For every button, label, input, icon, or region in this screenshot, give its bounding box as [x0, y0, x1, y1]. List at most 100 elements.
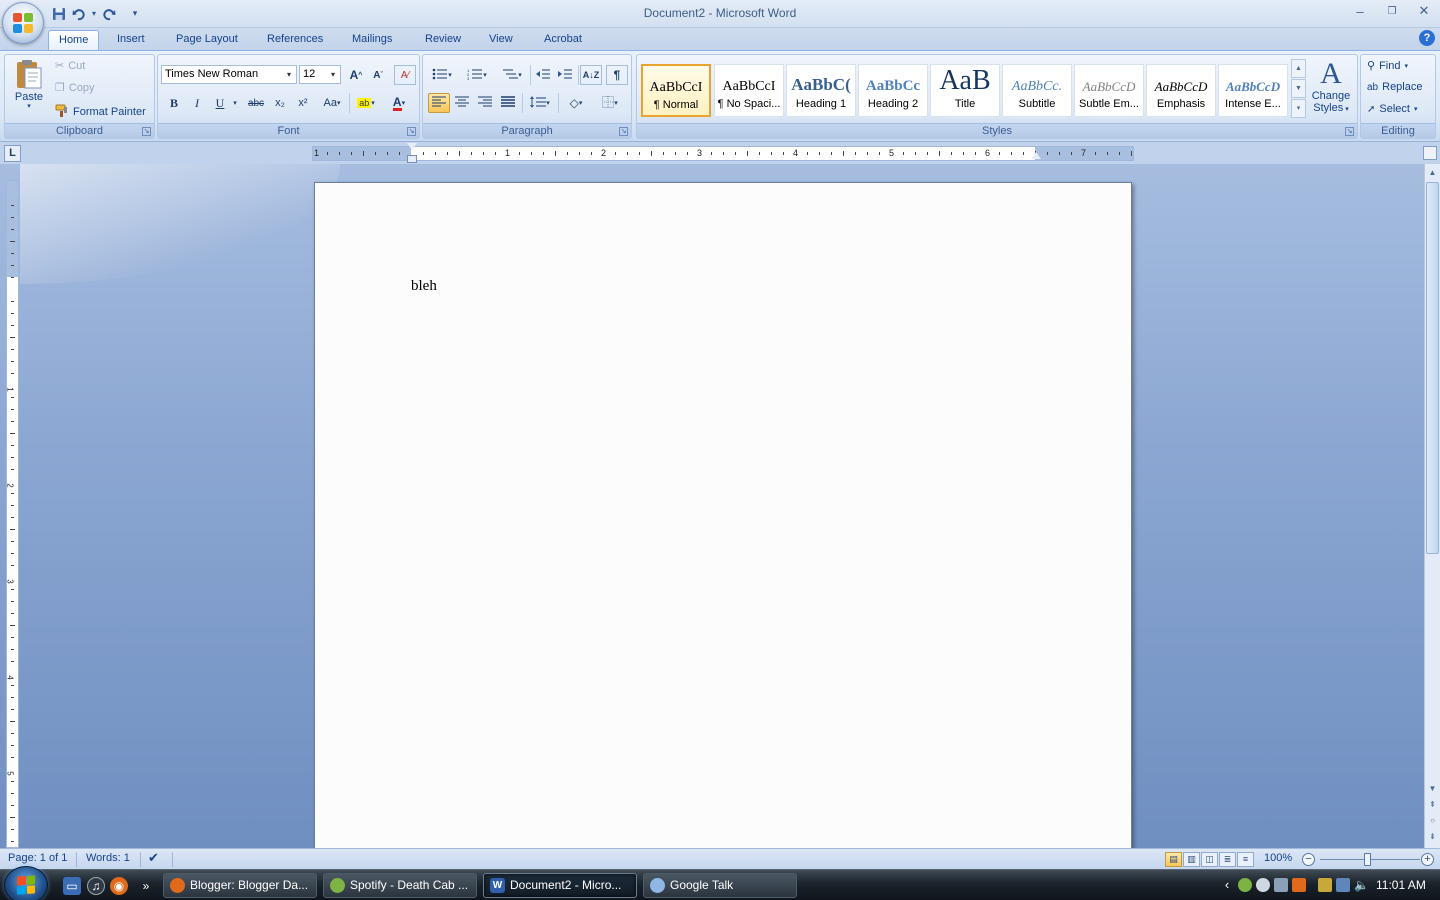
media-player-icon[interactable]: ♫ — [87, 877, 105, 895]
clipboard-dialog-launcher[interactable]: ↘ — [142, 127, 151, 136]
tab-home[interactable]: Home — [48, 30, 100, 50]
restore-button[interactable]: ❐ — [1376, 0, 1408, 22]
clear-formatting-button[interactable]: A⁄ — [394, 65, 416, 85]
right-indent-marker[interactable] — [1031, 152, 1041, 159]
style-subtle-emphasis[interactable]: AaBbCcD Subtle Em... — [1074, 64, 1144, 117]
numbering-button[interactable]: 123 ▾ — [462, 65, 492, 85]
google-talk-tray-icon[interactable] — [1256, 878, 1270, 892]
justify-button[interactable] — [497, 93, 519, 113]
start-button[interactable] — [4, 866, 48, 900]
clock[interactable]: 11:01 AM — [1376, 878, 1426, 892]
next-page-icon[interactable]: ⇟ — [1426, 830, 1439, 844]
align-center-button[interactable] — [451, 93, 473, 113]
strikethrough-button[interactable]: abc — [245, 93, 267, 113]
scrollbar-thumb[interactable] — [1426, 182, 1439, 554]
styles-scroll-down-icon[interactable]: ▼ — [1291, 79, 1306, 98]
font-dialog-launcher[interactable]: ↘ — [407, 127, 416, 136]
font-name-combo[interactable]: Times New Roman ▾ — [161, 65, 297, 84]
bold-button[interactable]: B — [163, 93, 185, 113]
cut-button[interactable]: ✂ Cut — [55, 59, 85, 73]
italic-button[interactable]: I — [186, 93, 208, 113]
underline-button[interactable]: U — [209, 93, 231, 113]
power-tray-icon[interactable] — [1318, 878, 1332, 892]
word-count[interactable]: Words: 1 — [86, 852, 130, 864]
grow-font-button[interactable]: A ^ — [345, 65, 367, 85]
firefox-tray-icon[interactable] — [1292, 878, 1306, 892]
font-color-button[interactable]: A ▾ — [385, 93, 413, 113]
quicklaunch-overflow-icon[interactable]: » — [140, 877, 152, 895]
spotify-tray-icon[interactable] — [1238, 878, 1252, 892]
multilevel-list-button[interactable]: ▾ — [497, 65, 527, 85]
tab-acrobat[interactable]: Acrobat — [534, 30, 592, 50]
show-desktop-icon[interactable]: ▭ — [63, 877, 81, 895]
tab-insert[interactable]: Insert — [107, 30, 155, 50]
office-button[interactable] — [2, 2, 44, 44]
document-page[interactable]: bleh — [314, 182, 1132, 848]
subscript-button[interactable]: x₂ — [269, 93, 291, 113]
help-icon[interactable]: ? — [1419, 30, 1435, 46]
styles-more-icon[interactable]: ▾ — [1291, 99, 1306, 118]
font-size-combo[interactable]: 12 ▾ — [299, 65, 341, 84]
style-no-spacing[interactable]: AaBbCcI ¶ No Spaci... — [714, 64, 784, 117]
taskbar-item-blogger[interactable]: Blogger: Blogger Da... — [163, 873, 317, 898]
minimize-button[interactable]: – — [1344, 0, 1376, 22]
show-hide-marks-button[interactable]: ¶ — [606, 65, 628, 85]
style-intense-emphasis[interactable]: AaBbCcD Intense E... — [1218, 64, 1288, 117]
change-styles-button[interactable]: A Change Styles ▾ — [1309, 58, 1353, 115]
change-case-button[interactable]: Aa ▾ — [318, 93, 346, 113]
find-button[interactable]: ⚲ Find ▾ — [1367, 59, 1408, 73]
taskbar-item-word[interactable]: W Document2 - Micro... — [483, 873, 637, 898]
tab-references[interactable]: References — [257, 30, 333, 50]
view-ruler-icon[interactable] — [1423, 146, 1437, 160]
copy-button[interactable]: ❐ Copy — [55, 81, 95, 95]
style-heading-1[interactable]: AaBbC( Heading 1 — [786, 64, 856, 117]
styles-dialog-launcher[interactable]: ↘ — [1345, 127, 1354, 136]
volume-tray-icon[interactable]: 🔈 — [1354, 878, 1369, 892]
draft-view-icon[interactable]: ≡ — [1237, 852, 1254, 867]
vertical-ruler[interactable]: 1 2 3 4 5 — [6, 180, 19, 848]
proofing-check-icon[interactable]: ✔ — [148, 850, 159, 866]
select-button[interactable]: ➚ Select ▾ — [1367, 103, 1417, 115]
zoom-in-icon[interactable]: + — [1421, 853, 1434, 866]
replace-button[interactable]: ab Replace — [1367, 81, 1422, 93]
zoom-slider-thumb[interactable] — [1364, 853, 1371, 866]
firefox-icon[interactable]: ◉ — [110, 877, 128, 895]
zoom-out-icon[interactable]: − — [1302, 853, 1315, 866]
left-indent-marker[interactable] — [407, 155, 417, 163]
zoom-level[interactable]: 100% — [1264, 852, 1292, 864]
styles-scroll-up-icon[interactable]: ▲ — [1291, 59, 1306, 78]
tab-review[interactable]: Review — [415, 30, 471, 50]
page-count[interactable]: Page: 1 of 1 — [8, 852, 67, 864]
tab-selector[interactable]: L — [4, 145, 21, 162]
text-highlight-button[interactable]: ab ▾ — [352, 93, 380, 113]
previous-page-icon[interactable]: ⇞ — [1426, 798, 1439, 812]
first-line-indent-marker[interactable] — [407, 143, 417, 150]
outline-view-icon[interactable]: ≣ — [1219, 852, 1236, 867]
paste-button[interactable]: Paste ▾ — [11, 58, 47, 110]
tray-expand-icon[interactable]: ‹ — [1220, 878, 1234, 892]
taskbar-item-google-talk[interactable]: Google Talk — [643, 873, 797, 898]
select-browse-object-icon[interactable]: ○ — [1426, 814, 1439, 828]
tab-view[interactable]: View — [479, 30, 523, 50]
borders-button[interactable]: ▾ — [595, 93, 625, 113]
document-text[interactable]: bleh — [411, 278, 437, 295]
print-layout-view-icon[interactable]: ▤ — [1165, 852, 1182, 867]
line-spacing-button[interactable]: ▾ — [525, 93, 555, 113]
align-left-button[interactable] — [428, 93, 450, 113]
sort-button[interactable]: A↓Z — [580, 65, 602, 85]
shading-button[interactable]: ◇ ▾ — [561, 93, 591, 113]
display-tray-icon[interactable] — [1274, 878, 1288, 892]
style-normal[interactable]: AaBbCcI ¶ Normal — [641, 64, 711, 117]
style-subtitle[interactable]: AaBbCc. Subtitle — [1002, 64, 1072, 117]
bullets-button[interactable]: ▾ — [427, 65, 457, 85]
superscript-button[interactable]: x² — [292, 93, 314, 113]
web-layout-icon[interactable]: ◫ — [1201, 852, 1218, 867]
increase-indent-button[interactable] — [554, 65, 576, 85]
taskbar-item-spotify[interactable]: Spotify - Death Cab ... — [323, 873, 477, 898]
paragraph-dialog-launcher[interactable]: ↘ — [619, 127, 628, 136]
close-button[interactable]: ✕ — [1408, 0, 1440, 22]
decrease-indent-button[interactable] — [532, 65, 554, 85]
scroll-up-icon[interactable]: ▲ — [1426, 166, 1439, 180]
style-emphasis[interactable]: AaBbCcD Emphasis — [1146, 64, 1216, 117]
network-tray-icon[interactable] — [1336, 878, 1350, 892]
